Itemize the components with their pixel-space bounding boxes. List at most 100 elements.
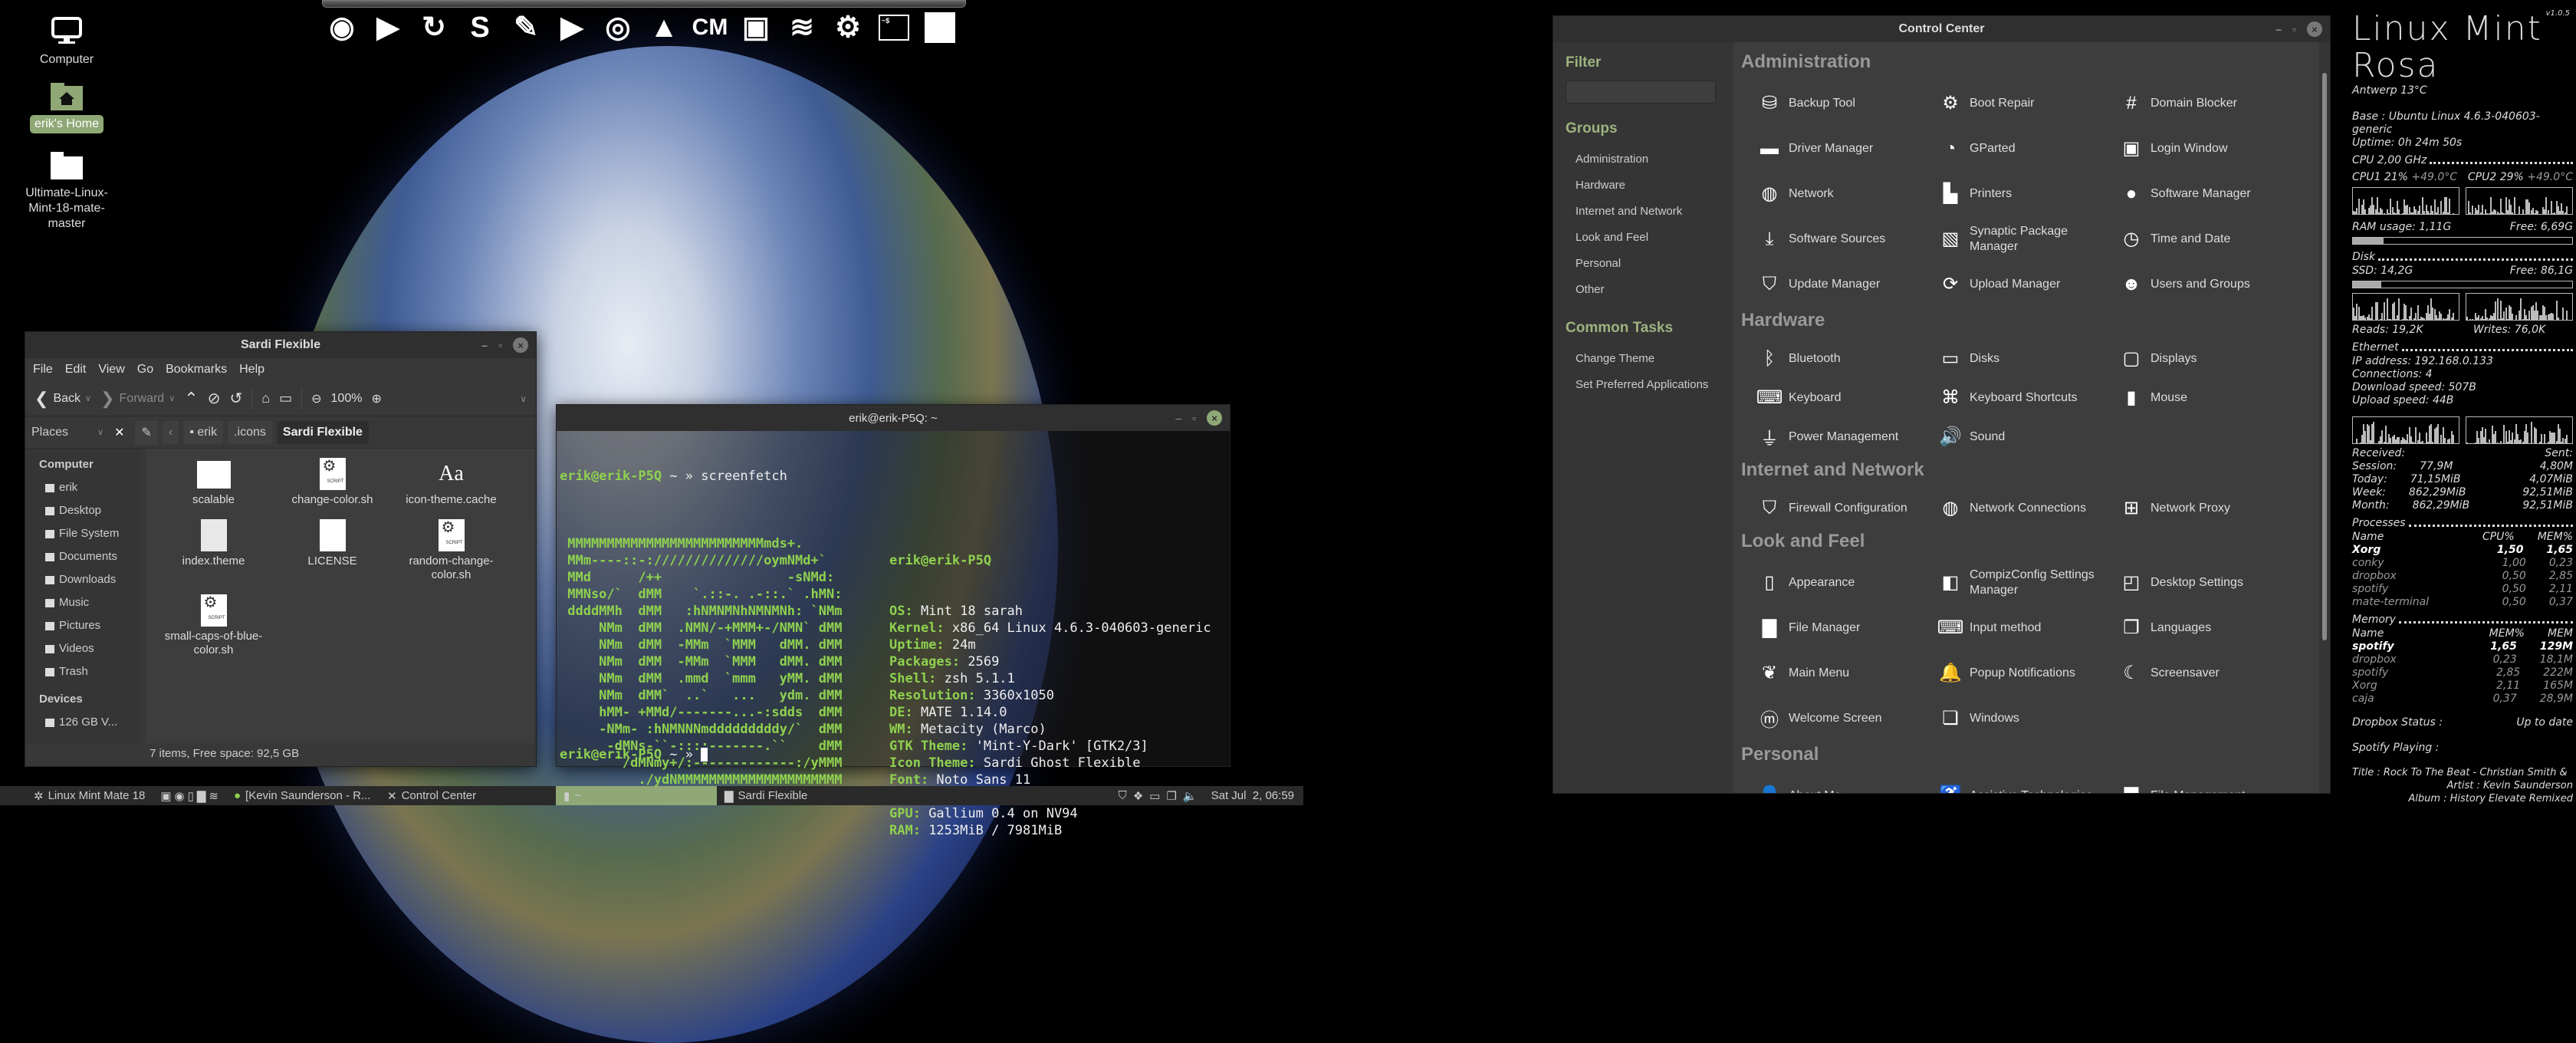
control-center-item[interactable]: ☾ Screensaver xyxy=(2120,650,2301,696)
task-control-center[interactable]: ✕ Control Center xyxy=(380,786,533,805)
group-link-internet[interactable]: Internet and Network xyxy=(1566,199,1733,225)
task-terminal[interactable]: ▮ ~ xyxy=(555,786,717,805)
minimize-button[interactable]: – xyxy=(481,339,488,351)
group-link-look-and-feel[interactable]: Look and Feel xyxy=(1566,225,1733,251)
toggle-location-icon[interactable]: ✎ xyxy=(135,420,158,445)
sidebar-item-desktop[interactable]: Desktop xyxy=(39,499,140,522)
group-link-hardware[interactable]: Hardware xyxy=(1566,173,1733,199)
sidebar-item-device[interactable]: 126 GB V... xyxy=(39,711,140,734)
menu-edit[interactable]: Edit xyxy=(65,363,87,377)
sidebar-item-pictures[interactable]: Pictures xyxy=(39,614,140,637)
file-icon[interactable]: ▯ xyxy=(188,789,194,803)
sidebar-item-trash[interactable]: Trash xyxy=(39,660,140,683)
thunderbird-icon[interactable]: ↻ xyxy=(418,9,450,46)
reload-icon[interactable]: ↺ xyxy=(229,389,242,408)
clock[interactable]: Sat Jul 2, 06:59 xyxy=(1211,789,1294,802)
control-center-item[interactable]: ♿ Assistive Technologies xyxy=(1939,773,2120,793)
s-app-icon[interactable]: S xyxy=(464,9,496,46)
chevron-down-icon[interactable]: ∨ xyxy=(169,393,175,403)
chevron-down-icon[interactable]: ∨ xyxy=(97,427,104,437)
control-center-item[interactable]: ❦ Main Menu xyxy=(1758,650,1939,696)
file-item[interactable]: small-caps-of-blue-color.sh xyxy=(154,594,273,656)
file-item[interactable]: index.theme xyxy=(154,519,273,581)
volume-icon[interactable]: 🔈 xyxy=(1183,789,1198,803)
up-button[interactable]: ⌃ xyxy=(184,389,198,409)
breadcrumb-erik[interactable]: ▪ erik xyxy=(183,420,224,444)
control-center-item[interactable]: ⛉ Firewall Configuration xyxy=(1758,489,1939,528)
maximize-button[interactable]: ▫ xyxy=(498,339,502,351)
desktop-icon-computer[interactable]: Computer xyxy=(9,17,124,69)
scrollbar-thumb[interactable] xyxy=(2322,73,2327,640)
maximize-button[interactable]: ▫ xyxy=(2292,23,2296,35)
terminal-output[interactable]: erik@erik-P5Q ~ » screenfetch MMMMMMMMMM… xyxy=(557,431,1230,838)
firefox-icon[interactable]: ◉ xyxy=(175,789,185,803)
control-center-item[interactable]: ⟳ Upload Manager xyxy=(1939,262,2120,307)
task-change-theme[interactable]: Change Theme xyxy=(1566,346,1733,372)
zoom-out-icon[interactable]: ⊖ xyxy=(311,391,321,406)
control-center-item[interactable]: ▬ Driver Manager xyxy=(1758,126,1939,171)
cm-icon[interactable]: CM xyxy=(692,9,728,46)
forward-button[interactable]: ❯ Forward ∨ xyxy=(100,389,175,409)
control-center-item[interactable]: ⓜ Welcome Screen xyxy=(1758,696,1939,741)
video-editor-icon[interactable]: ▶ xyxy=(556,9,588,46)
control-center-item[interactable]: ◔ GParted xyxy=(1939,126,2120,171)
terminal-icon[interactable]: ~$ xyxy=(878,9,910,46)
firefox-icon[interactable]: ◉ xyxy=(326,9,358,46)
vlc-cone-icon[interactable]: ▲ xyxy=(648,9,680,46)
pencil-icon[interactable]: ✎ xyxy=(510,9,542,46)
control-center-item[interactable]: ⏚ Power Management xyxy=(1758,417,1939,456)
zoom-in-icon[interactable]: ⊕ xyxy=(371,391,381,406)
system-monitor-icon[interactable]: ▣ xyxy=(740,9,772,46)
filter-input[interactable] xyxy=(1566,81,1716,104)
control-center-titlebar[interactable]: Control Center – ▫ × xyxy=(1553,16,2330,42)
maximize-button[interactable]: ▫ xyxy=(1192,412,1196,424)
dropbox-icon[interactable]: ❖ xyxy=(1133,789,1143,803)
control-center-item[interactable]: ▢ Displays xyxy=(2120,339,2301,378)
close-sidebar-icon[interactable]: ✕ xyxy=(114,425,124,440)
file-item[interactable]: scalable xyxy=(154,458,273,519)
sidebar-item-file-system[interactable]: File System xyxy=(39,522,140,545)
control-center-item[interactable]: 👤 About Me xyxy=(1758,773,1939,793)
minimize-button[interactable]: – xyxy=(1175,412,1181,424)
control-center-item[interactable]: ❐ Languages xyxy=(2120,605,2301,650)
control-center-item[interactable]: ▙ Printers xyxy=(1939,171,2120,216)
control-center-item[interactable]: ▇ File Manager xyxy=(1758,605,1939,650)
control-center-item[interactable]: ◍ Network xyxy=(1758,171,1939,216)
breadcrumb-back-icon[interactable]: ‹ xyxy=(162,420,179,444)
video-player-icon[interactable]: ▶ xyxy=(372,9,404,46)
places-dropdown[interactable]: Places xyxy=(31,426,93,439)
group-link-administration[interactable]: Administration xyxy=(1566,146,1733,173)
control-center-item[interactable]: ◰ Desktop Settings xyxy=(2120,560,2301,605)
close-button[interactable]: × xyxy=(513,337,528,353)
close-button[interactable]: × xyxy=(2307,21,2322,37)
control-center-item[interactable]: ⤓ Software Sources xyxy=(1758,216,1939,262)
file-item[interactable]: change-color.sh xyxy=(273,458,392,519)
desktop-icon-folder[interactable]: Ultimate-Linux-Mint-18-mate-master xyxy=(9,152,124,233)
control-center-item[interactable]: ᛒ Bluetooth xyxy=(1758,339,1939,378)
control-center-item[interactable]: ☻ Users and Groups xyxy=(2120,262,2301,307)
control-center-item[interactable]: ❏ Windows xyxy=(1939,696,2120,741)
task-spotify[interactable]: ● [Kevin Saunderson - R... xyxy=(226,786,380,805)
menu-view[interactable]: View xyxy=(98,363,124,377)
workspace-switcher-icon[interactable]: ❐ xyxy=(1166,789,1176,803)
control-center-item[interactable]: ◷ Time and Date xyxy=(2120,216,2301,262)
file-item[interactable]: random-change-color.sh xyxy=(392,519,511,581)
task-file-manager[interactable]: ▇ Sardi Flexible xyxy=(717,786,815,805)
control-center-item[interactable]: ⌘ Keyboard Shortcuts xyxy=(1939,378,2120,417)
minimize-button[interactable]: – xyxy=(2275,23,2282,35)
toolbar-overflow-icon[interactable]: ∨ xyxy=(520,393,527,404)
eye-icon[interactable]: ◎ xyxy=(602,9,634,46)
menu-bookmarks[interactable]: Bookmarks xyxy=(166,363,227,377)
group-link-other[interactable]: Other xyxy=(1566,277,1733,303)
desktop-icon-home[interactable]: erik's Home xyxy=(9,83,124,133)
wifi-icon[interactable]: ≋ xyxy=(786,9,818,46)
control-center-item[interactable]: ▭ Disks xyxy=(1939,339,2120,378)
sidebar-item-downloads[interactable]: Downloads xyxy=(39,568,140,591)
update-shield-icon[interactable]: ⛉ xyxy=(1119,789,1127,802)
folder-icon[interactable] xyxy=(924,9,956,46)
sidebar-item-erik[interactable]: erik xyxy=(39,476,140,499)
main-menu-button[interactable]: ✲ Linux Mint Mate 18 xyxy=(0,786,153,805)
chevron-down-icon[interactable]: ∨ xyxy=(85,393,91,403)
control-center-item[interactable]: # Domain Blocker xyxy=(2120,81,2301,126)
sidebar-item-videos[interactable]: Videos xyxy=(39,637,140,660)
